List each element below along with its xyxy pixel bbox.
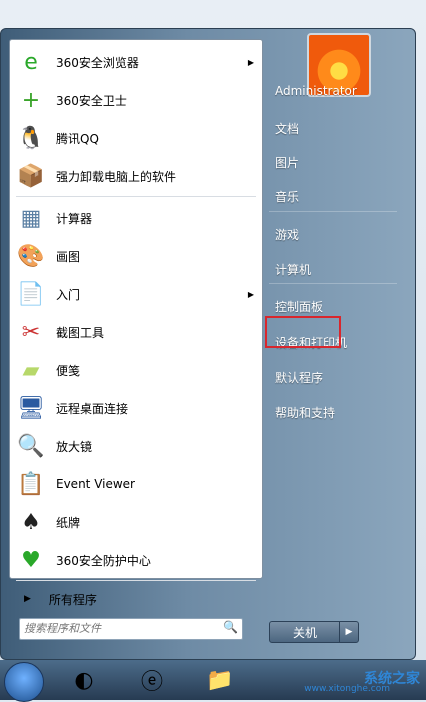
start-menu: ▶ 所有程序 e 360安全浏览器 ▶ +360安全卫士 🐧 腾讯QQ 📦 强力卸载电脑上的软… <box>0 28 416 660</box>
program-label: 放大镜 <box>56 439 93 454</box>
solitaire-icon: ♠ <box>21 509 41 535</box>
shutdown-label: 关机 <box>292 625 317 640</box>
event-viewer-icon: 📋 <box>17 471 45 497</box>
right-menu-item[interactable]: 图片 <box>263 147 403 177</box>
right-menu-item[interactable]: 帮助和支持 <box>263 397 403 427</box>
program-item[interactable]: 🎨 画图 <box>14 238 258 274</box>
program-item[interactable]: 🖥 远程桌面连接 <box>14 390 258 426</box>
program-item[interactable]: 📦 强力卸载电脑上的软件 <box>14 158 258 194</box>
magnifier-icon: 🔍 <box>17 433 45 459</box>
program-item[interactable]: ✂ 截图工具 <box>14 314 258 350</box>
separator <box>16 196 256 197</box>
getting-started-icon: 📄 <box>17 281 45 307</box>
search-icon[interactable]: 🔍 <box>223 620 238 634</box>
program-item[interactable]: e 360安全浏览器 ▶ <box>14 44 258 80</box>
remote-desktop-icon: 🖥 <box>17 395 45 421</box>
media-player-taskbar-icon[interactable]: ◐ <box>60 662 108 698</box>
browser-taskbar-icon[interactable]: ⓔ <box>128 662 176 698</box>
right-menu-item[interactable]: 计算机 <box>263 254 403 284</box>
program-item[interactable]: 🔍 放大镜 <box>14 428 258 464</box>
search-box[interactable]: 🔍 <box>19 618 243 640</box>
separator <box>16 580 256 581</box>
triangle-right-icon: ▶ <box>24 594 31 604</box>
program-item[interactable]: ♥ 360安全防护中心 <box>14 542 258 578</box>
control-panel-highlight-box <box>265 316 341 348</box>
program-label: 入门 <box>56 287 81 302</box>
program-item[interactable]: +360安全卫士 <box>14 82 258 118</box>
program-item[interactable]: 🐧 腾讯QQ <box>14 120 258 156</box>
search-input[interactable] <box>20 619 218 637</box>
start-button[interactable] <box>4 662 44 702</box>
watermark-url: www.xitonghe.com <box>304 684 390 694</box>
right-menu-item[interactable]: 游戏 <box>263 219 403 249</box>
right-menu-item[interactable]: 文档 <box>263 113 403 143</box>
all-programs-label: 所有程序 <box>48 592 97 607</box>
separator <box>269 283 397 284</box>
360-shield-icon: ♥ <box>21 547 41 573</box>
program-item[interactable]: ▰ 便笺 <box>14 352 258 388</box>
right-menu-item[interactable]: 音乐 <box>263 181 403 211</box>
explorer-taskbar-icon[interactable]: 📁 <box>196 662 244 698</box>
uninstall-box-icon: 📦 <box>17 163 45 189</box>
separator <box>269 211 397 212</box>
program-label: 计算器 <box>56 211 93 226</box>
program-label: 截图工具 <box>56 325 105 340</box>
program-label: 360安全卫士 <box>56 93 127 108</box>
submenu-arrow-icon: ▶ <box>247 57 254 67</box>
submenu-arrow-icon: ▶ <box>247 289 254 299</box>
program-label: 便笺 <box>56 363 81 378</box>
program-item[interactable]: 📋 Event Viewer <box>14 466 258 502</box>
shutdown-button[interactable]: 关机 <box>269 621 341 643</box>
sticky-notes-icon: ▰ <box>22 357 40 383</box>
programs-pane: ▶ 所有程序 e 360安全浏览器 ▶ +360安全卫士 🐧 腾讯QQ 📦 强力卸载电脑上的软… <box>9 39 263 607</box>
program-label: 360安全防护中心 <box>56 553 151 568</box>
snipping-tool-icon: ✂ <box>21 319 41 345</box>
program-label: 远程桌面连接 <box>56 401 129 416</box>
program-label: Event Viewer <box>56 477 135 491</box>
360-browser-icon: e <box>24 49 38 75</box>
program-item[interactable]: ▦ 计算器 <box>14 200 258 236</box>
shutdown-options-button[interactable]: ▶ <box>339 621 359 643</box>
qq-penguin-icon: 🐧 <box>17 125 45 151</box>
search-area: 🔍 <box>9 611 263 647</box>
program-item[interactable]: 📄 入门 ▶ <box>14 276 258 312</box>
program-label: 纸牌 <box>56 515 81 530</box>
right-menu-item[interactable]: 默认程序 <box>263 362 403 392</box>
program-label: 360安全浏览器 <box>56 55 139 70</box>
paint-palette-icon: 🎨 <box>17 243 45 269</box>
taskbar: ◐ ⓔ 📁 系统之家 www.xitonghe.com <box>0 660 426 702</box>
program-label: 腾讯QQ <box>56 131 99 146</box>
right-menu-item[interactable]: Administrator <box>263 76 403 106</box>
360-guard-icon: + <box>21 87 41 113</box>
program-item[interactable]: ♠ 纸牌 <box>14 504 258 540</box>
calculator-icon: ▦ <box>20 205 42 231</box>
program-label: 强力卸载电脑上的软件 <box>56 169 177 184</box>
all-programs-button[interactable]: ▶ 所有程序 <box>14 586 258 612</box>
program-label: 画图 <box>56 249 81 264</box>
